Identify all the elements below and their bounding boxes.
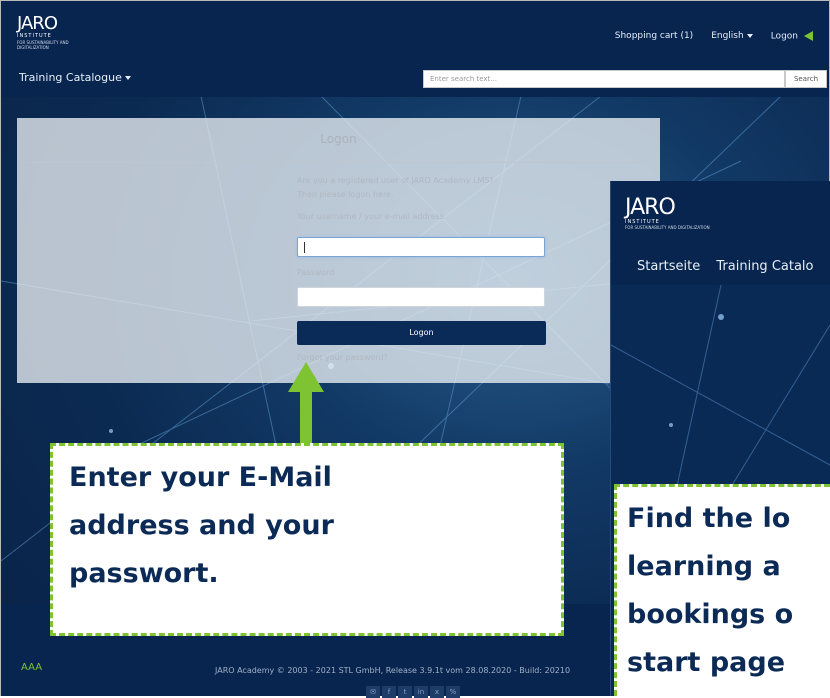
username-field[interactable]	[297, 237, 545, 257]
password-field[interactable]	[297, 287, 545, 307]
language-label: English	[711, 31, 744, 42]
catalogue-label: Training Catalogue	[19, 71, 122, 84]
arrow-up-icon	[288, 362, 324, 392]
caret-down-icon	[746, 33, 753, 38]
callout-line: bookings o	[627, 599, 794, 630]
logo-mark: JARO	[17, 13, 58, 34]
xing-icon[interactable]: x	[430, 686, 444, 698]
logon-label: Logon	[770, 31, 798, 42]
linkedin-icon[interactable]: in	[414, 686, 428, 698]
logo-mark: JARO	[625, 195, 676, 220]
intro-text: Are you a registered user of JARO Academ…	[297, 176, 494, 185]
copyright-text: JARO Academy © 2003 - 2021 STL GmbH, Rel…	[215, 666, 571, 675]
logo-tagline: FOR SUSTAINABILITY AND DIGITALIZATION	[17, 40, 69, 50]
callout-line: Enter your E-Mail	[69, 462, 332, 493]
nav-home[interactable]: Startseite	[637, 259, 700, 274]
password-label: Password	[297, 268, 335, 277]
callout-line: learning a	[627, 551, 781, 582]
callout-line: start page	[627, 647, 786, 678]
text-cursor	[304, 242, 305, 253]
link-icon[interactable]: %	[446, 686, 460, 698]
forgot-password-link[interactable]: Forgot your password?	[297, 353, 388, 362]
divider	[29, 162, 649, 163]
logon-button[interactable]: Logon	[297, 321, 546, 345]
nav-training-catalogue[interactable]: Training Catalo	[716, 259, 813, 274]
logon-panel: Logon Are you a registered user of JARO …	[17, 118, 660, 383]
intro-text: Then please logon here.	[297, 190, 394, 199]
logo-tagline: FOR SUSTAINABILITY AND DIGITALIZATION	[625, 225, 710, 230]
callout-line: Find the lo	[627, 503, 791, 534]
inset-nav: Startseite Training Catalo	[637, 259, 826, 274]
logon-link[interactable]: Logon	[771, 31, 813, 42]
social-links: ✉ f t in x %	[366, 686, 460, 698]
mail-icon[interactable]: ✉	[366, 686, 380, 698]
logo-institute: INSTITUTE	[17, 33, 52, 39]
inset-navbar: JARO INSTITUTE FOR SUSTAINABILITY AND DI…	[611, 181, 830, 285]
search-button[interactable]: Search	[785, 70, 827, 88]
pointer-arrow-icon	[804, 31, 813, 41]
username-label: Your username / your e-mail address	[297, 212, 444, 221]
side-callout: Find the lo learning a bookings o start …	[614, 484, 830, 696]
top-links: Shopping cart (1) English Logon	[615, 31, 813, 42]
jaro-logo[interactable]: JARO INSTITUTE FOR SUSTAINABILITY AND DI…	[625, 195, 710, 231]
instruction-callout: Enter your E-Mail address and your passw…	[50, 443, 564, 636]
training-catalogue-menu[interactable]: Training Catalogue	[19, 71, 131, 84]
shopping-cart-link[interactable]: Shopping cart (1)	[615, 31, 693, 41]
font-size-control[interactable]: AAA	[21, 662, 42, 673]
search-input[interactable]: Enter search text...	[423, 70, 785, 88]
caret-down-icon	[124, 76, 131, 80]
twitter-icon[interactable]: t	[398, 686, 412, 698]
top-navbar: JARO INSTITUTE FOR SUSTAINABILITY AND DI…	[1, 1, 829, 97]
callout-line: address and your	[69, 510, 334, 541]
callout-line: passwort.	[69, 558, 219, 589]
language-dropdown[interactable]: English	[711, 31, 753, 41]
arrow-stem	[300, 392, 312, 444]
jaro-logo[interactable]: JARO INSTITUTE FOR SUSTAINABILITY AND DI…	[17, 15, 77, 53]
panel-title: Logon	[320, 132, 357, 146]
facebook-icon[interactable]: f	[382, 686, 396, 698]
